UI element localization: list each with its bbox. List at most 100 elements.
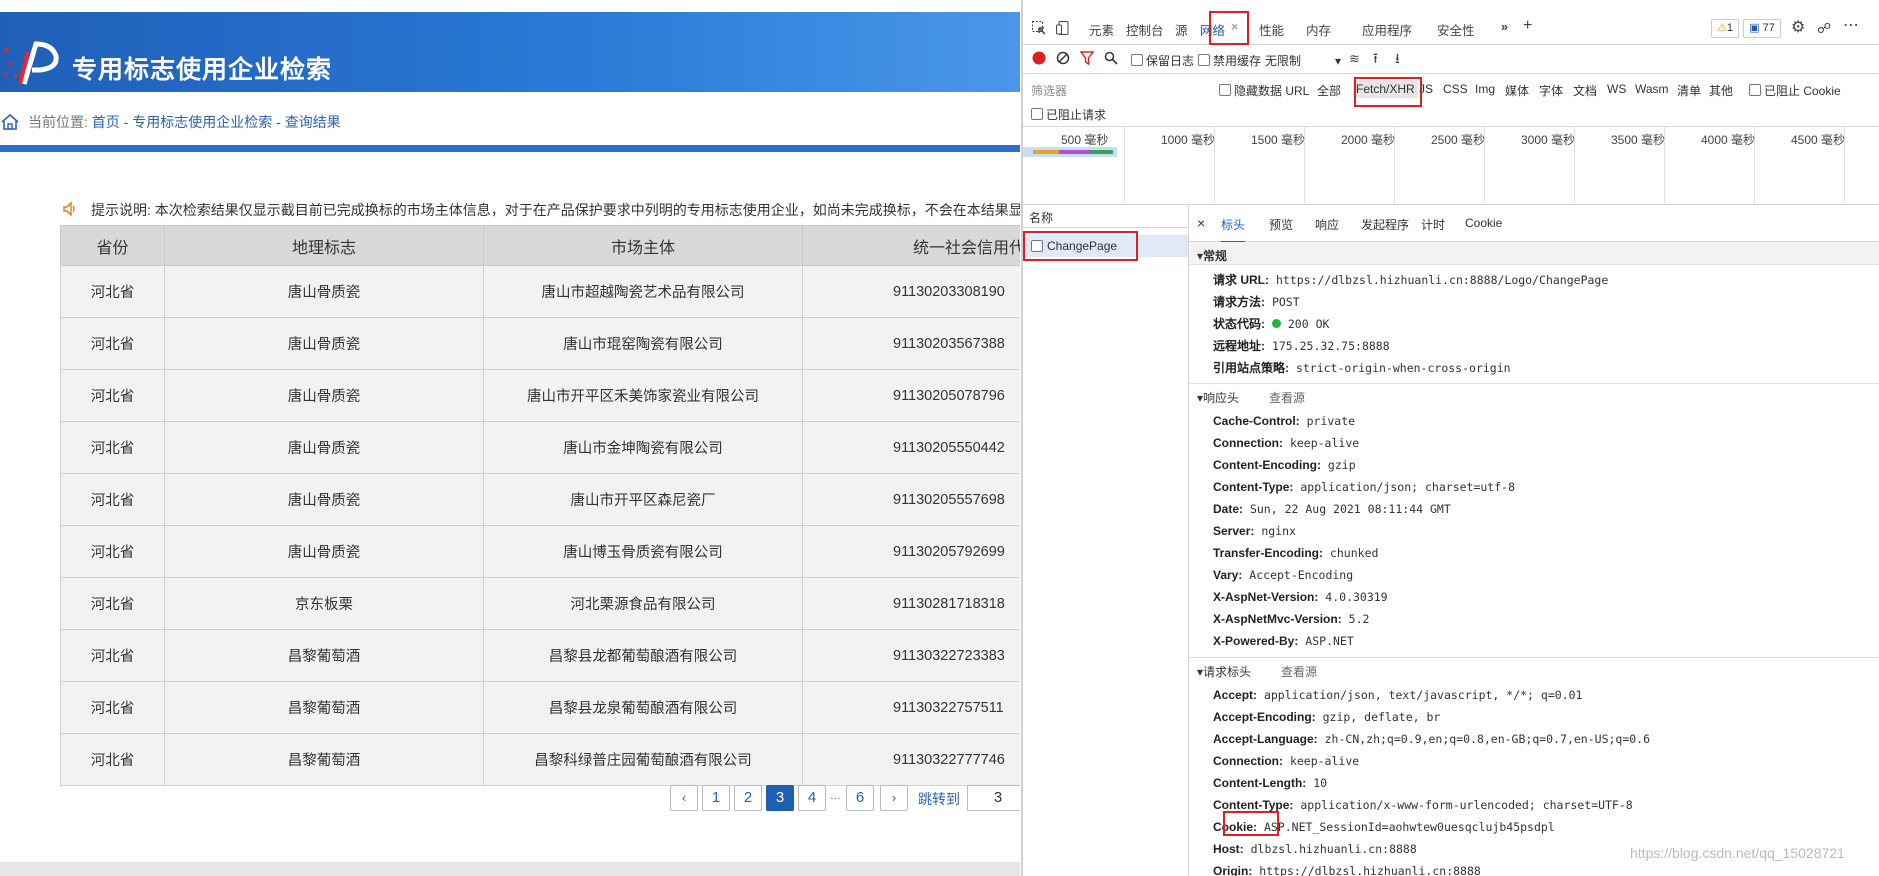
timeline-tick-label: 2500 毫秒 — [1431, 133, 1486, 147]
throttling-select[interactable]: 无限制 ▾ — [1265, 52, 1341, 69]
detail-tab-initiator[interactable]: 发起程序 — [1361, 216, 1409, 233]
pager-page-6[interactable]: 6 — [846, 785, 874, 811]
filter-type-media[interactable]: 媒体 — [1505, 82, 1529, 99]
filter-type-font[interactable]: 字体 — [1539, 82, 1563, 99]
filter-type-img[interactable]: Img — [1475, 82, 1495, 96]
breadcrumb-section-link[interactable]: 专用标志使用企业检索 — [132, 114, 272, 130]
horizontal-scrollbar[interactable] — [0, 862, 1020, 876]
settings-icon[interactable]: ⚙ — [1791, 20, 1805, 36]
header-value: strict-origin-when-cross-origin — [1295, 361, 1511, 375]
header-value: keep-alive — [1289, 754, 1360, 768]
preserve-log-checkbox[interactable]: 保留日志 — [1131, 52, 1194, 69]
disable-cache-label: 禁用缓存 — [1213, 54, 1262, 68]
breadcrumb-home-link[interactable]: 首页 — [92, 114, 120, 130]
checkbox-box — [1749, 84, 1761, 96]
timeline-gridline — [1124, 127, 1125, 204]
disable-cache-checkbox[interactable]: 禁用缓存 — [1198, 52, 1261, 69]
table-row: 河北省 唐山骨质瓷 唐山市金坤陶瓷有限公司 91130205550442 — [60, 421, 1020, 474]
cell-company: 唐山市开平区禾美饰家瓷业有限公司 — [483, 369, 803, 422]
pager-next-button[interactable]: › — [880, 785, 908, 811]
tab-console[interactable]: 控制台 — [1126, 20, 1164, 39]
table-row: 河北省 昌黎葡萄酒 昌黎县龙泉葡萄酿酒有限公司 91130322757511 — [60, 681, 1020, 734]
request-list-header: 名称 — [1023, 205, 1188, 228]
cell-province: 河北省 — [60, 317, 165, 370]
header-row: Connection: keep-alive — [1213, 754, 1359, 768]
header-row: Accept-Encoding: gzip, deflate, br — [1213, 710, 1440, 724]
export-icon[interactable]: ⭳ — [1395, 50, 1400, 66]
column-header-company: 市场主体 — [483, 225, 803, 266]
checkbox-box — [1198, 54, 1210, 66]
response-headers-section-header[interactable]: ▾响应头 查看源 — [1189, 383, 1879, 406]
header-value: gzip, deflate, br — [1322, 710, 1441, 724]
record-icon[interactable] — [1032, 51, 1046, 65]
tab-memory[interactable]: 内存 — [1306, 20, 1331, 39]
results-table: 省份 地理标志 市场主体 统一社会信用代 河北省 唐山骨质瓷 唐山市超越陶瓷艺术品有… — [60, 225, 1020, 786]
request-headers-section-header[interactable]: ▾请求标头 查看源 — [1189, 657, 1879, 680]
timeline-tick-label: 1500 毫秒 — [1251, 133, 1306, 147]
more-tabs-icon[interactable]: » — [1501, 20, 1508, 34]
close-detail-icon[interactable]: × — [1197, 215, 1205, 231]
header-key: Content-Length: — [1213, 776, 1307, 790]
add-tab-icon[interactable]: + — [1523, 17, 1532, 35]
cell-province: 河北省 — [60, 473, 165, 526]
network-conditions-icon[interactable]: ≋ — [1349, 51, 1360, 67]
header-value: ASP.NET — [1305, 634, 1354, 648]
view-source-link[interactable]: 查看源 — [1281, 663, 1317, 680]
header-key: Server: — [1213, 524, 1255, 538]
filter-type-css[interactable]: CSS — [1443, 82, 1468, 96]
general-section-header[interactable]: ▾常规 — [1189, 242, 1879, 265]
timeline-tick-label: 4500 毫秒 — [1791, 133, 1846, 147]
clear-icon[interactable] — [1056, 51, 1070, 65]
filter-type-ws[interactable]: WS — [1607, 82, 1626, 96]
header-key: Accept: — [1213, 688, 1258, 702]
filter-type-manifest[interactable]: 清单 — [1677, 82, 1701, 99]
pager-page-current[interactable]: 3 — [766, 785, 794, 811]
tab-elements[interactable]: 元素 — [1089, 20, 1114, 39]
filter-input[interactable]: 筛选器 — [1031, 82, 1179, 98]
home-icon[interactable] — [0, 112, 20, 132]
more-options-icon[interactable]: ⋯ — [1843, 18, 1859, 34]
pager-jump-input[interactable]: 3 — [967, 785, 1020, 811]
warning-icon: ⚠ — [1717, 22, 1727, 34]
blocked-cookies-checkbox[interactable]: 已阻止 Cookie — [1749, 82, 1841, 99]
search-icon[interactable] — [1104, 51, 1118, 65]
detail-tab-preview[interactable]: 预览 — [1269, 216, 1293, 233]
name-column-header[interactable]: 名称 — [1029, 209, 1053, 226]
cell-company: 昌黎县龙泉葡萄酿酒有限公司 — [483, 681, 803, 734]
warning-badge[interactable]: ⚠1 — [1711, 19, 1739, 38]
message-count: 77 — [1762, 22, 1775, 34]
tab-performance[interactable]: 性能 — [1259, 20, 1284, 39]
table-row: 河北省 唐山骨质瓷 唐山市开平区禾美饰家瓷业有限公司 91130205078796 — [60, 369, 1020, 422]
throttling-value: 无限制 — [1265, 54, 1302, 68]
filter-type-wasm[interactable]: Wasm — [1635, 82, 1669, 96]
filter-type-all[interactable]: 全部 — [1317, 82, 1341, 99]
filter-icon[interactable] — [1080, 51, 1094, 65]
device-toggle-icon[interactable] — [1055, 20, 1071, 36]
detail-tab-timing[interactable]: 计时 — [1421, 216, 1445, 233]
hide-data-url-checkbox[interactable]: 隐藏数据 URL — [1219, 82, 1309, 99]
filter-type-other[interactable]: 其他 — [1709, 82, 1733, 99]
inspect-icon[interactable] — [1031, 20, 1047, 36]
tab-application[interactable]: 应用程序 — [1362, 20, 1412, 39]
pager-prev-button[interactable]: ‹ — [670, 785, 698, 811]
message-badge[interactable]: ▣ 77 — [1743, 19, 1781, 38]
header-key: Connection: — [1213, 754, 1283, 768]
pager-page-2[interactable]: 2 — [734, 785, 762, 811]
view-source-link[interactable]: 查看源 — [1269, 389, 1305, 406]
detail-tab-cookies[interactable]: Cookie — [1465, 216, 1502, 230]
cell-credit-code: 91130322723383 — [802, 629, 1020, 682]
filter-type-doc[interactable]: 文档 — [1573, 82, 1597, 99]
tab-sources[interactable]: 源 — [1175, 20, 1188, 39]
import-icon[interactable]: ⭱ — [1373, 50, 1378, 66]
site-banner: 专用标志使用企业检索 — [0, 12, 1020, 92]
feedback-icon[interactable]: ☍ — [1817, 20, 1831, 36]
pager-page-4[interactable]: 4 — [798, 785, 826, 811]
detail-tab-response[interactable]: 响应 — [1315, 216, 1339, 233]
tab-security[interactable]: 安全性 — [1437, 20, 1475, 39]
cell-credit-code: 91130205078796 — [802, 369, 1020, 422]
blocked-requests-checkbox[interactable]: 已阻止请求 — [1031, 106, 1106, 123]
header-value: Accept-Encoding — [1249, 568, 1354, 582]
cell-credit-code: 91130322757511 — [802, 681, 1020, 734]
detail-tab-headers[interactable]: 标头 — [1221, 216, 1246, 243]
pager-page-1[interactable]: 1 — [702, 785, 730, 811]
